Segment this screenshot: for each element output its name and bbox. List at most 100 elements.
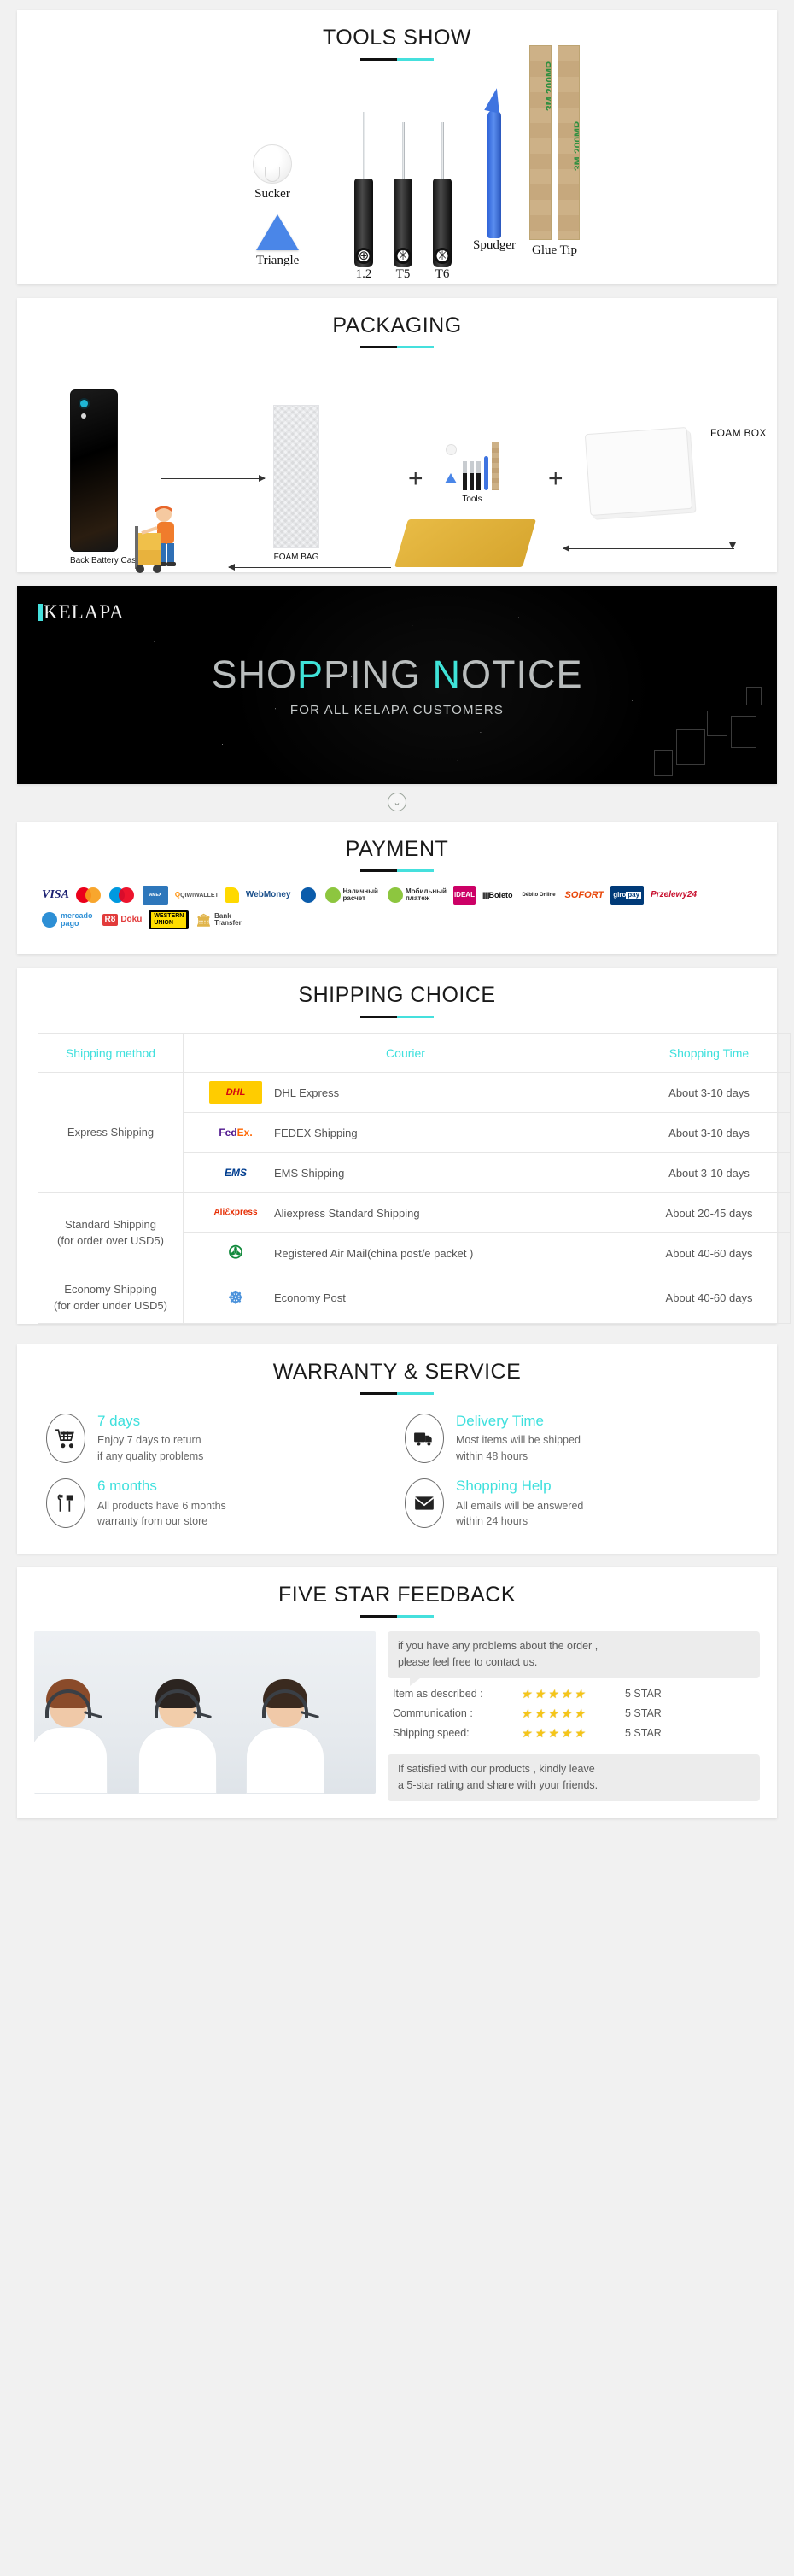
rating-label: Communication : bbox=[393, 1707, 473, 1719]
warranty-item-shopping-help: Shopping Help All emails will be answere… bbox=[405, 1478, 748, 1530]
deco-square bbox=[731, 716, 756, 748]
american-express-icon: AMEX bbox=[142, 886, 168, 905]
plus-sign-2: + bbox=[548, 465, 563, 493]
support-agent bbox=[138, 1679, 217, 1794]
tool-label: T5 bbox=[395, 267, 411, 281]
warranty-items-grid: 7 days Enjoy 7 days to return if any qua… bbox=[17, 1395, 777, 1554]
adhesive-strip-icon: 3M 200MP 3M 200MP bbox=[529, 45, 580, 240]
rating-rows: Item as described : ★ ★ ★ ★ ★ 5 STAR Com… bbox=[388, 1686, 760, 1747]
column-header-method: Shipping method bbox=[38, 1033, 184, 1073]
scroll-down-indicator[interactable]: ⌄ bbox=[0, 793, 794, 811]
yandex-money-icon bbox=[225, 887, 239, 903]
delivery-time: About 3-10 days bbox=[628, 1072, 791, 1113]
deco-square bbox=[654, 750, 673, 776]
warranty-line-1: Most items will be shipped bbox=[456, 1434, 581, 1447]
phillips-bit-glyph: ⊕ bbox=[355, 248, 372, 264]
united-nations-logo: ☸ bbox=[228, 1288, 243, 1308]
payment-row-2: mercado pago R8 Doku WESTERN UNION 🏛 Bank Tr… bbox=[39, 910, 755, 929]
rating-label: Shipping speed: bbox=[393, 1726, 470, 1739]
boleto-icon: ||||| Boleto bbox=[482, 890, 513, 899]
tool-torx-t5: ✳ T5 bbox=[394, 122, 412, 282]
warranty-line-1: All emails will be answered bbox=[456, 1499, 584, 1512]
chevron-down-icon[interactable]: ⌄ bbox=[388, 793, 406, 811]
star-icon: ★ bbox=[574, 1706, 585, 1720]
table-header-row: Shipping method Courier Shopping Time bbox=[38, 1033, 791, 1073]
feedback-right-column: if you have any problems about the order… bbox=[388, 1631, 760, 1801]
tool-spudger: Spudger bbox=[473, 110, 516, 253]
visa-icon: VISA bbox=[42, 888, 69, 901]
star-icon: ★ bbox=[534, 1686, 546, 1701]
flow-arrow-4 bbox=[228, 564, 391, 571]
step-label: FOAM BAG bbox=[273, 553, 319, 562]
warranty-item-6-months: 6 months All products have 6 months warr… bbox=[46, 1478, 389, 1530]
mercado-pago-icon: mercado pago bbox=[39, 910, 96, 929]
star-rating: ★ ★ ★ ★ ★ bbox=[521, 1727, 615, 1739]
courier-cell: DHL DHL Express bbox=[183, 1072, 628, 1113]
rating-row-item-as-described: Item as described : ★ ★ ★ ★ ★ 5 STAR bbox=[393, 1688, 756, 1700]
star-icon: ★ bbox=[521, 1725, 532, 1740]
support-agent bbox=[246, 1679, 324, 1794]
step-label: Tools bbox=[462, 495, 482, 504]
western-union-icon: WESTERN UNION bbox=[149, 910, 190, 929]
bubble-line-2: a 5-star rating and share with your frie… bbox=[398, 1779, 598, 1792]
courier-cell: EMS EMS Shipping bbox=[183, 1152, 628, 1193]
courier-cell: ☸ Economy Post bbox=[183, 1273, 628, 1324]
product-description-page: TOOLS SHOW Sucker Triangle ⊕ 1.2 ✳ T5 ✳ … bbox=[0, 10, 794, 1818]
qiwi-wallet-icon: Q QIWI WALLET bbox=[174, 891, 219, 899]
deco-square bbox=[707, 711, 727, 736]
table-row: Standard Shipping (for order over USD5) A… bbox=[38, 1192, 791, 1273]
payment-row-1: VISA AMEX Q QIWI WALLET WebMoney Наличный р… bbox=[39, 886, 755, 905]
courier-cell: Fed Ex. FEDEX Shipping bbox=[183, 1112, 628, 1153]
debito-online-icon: Débito Online bbox=[522, 893, 556, 898]
tool-phillips-12: ⊕ 1.2 bbox=[354, 112, 373, 282]
courier-name: EMS Shipping bbox=[274, 1166, 345, 1180]
star-icon: ★ bbox=[534, 1725, 546, 1740]
delivery-time: About 3-10 days bbox=[628, 1112, 791, 1153]
fedex-logo: Fed Ex. bbox=[219, 1127, 253, 1139]
china-post-logo: ✇ bbox=[228, 1244, 243, 1262]
star-icon: ★ bbox=[574, 1686, 585, 1701]
tool-triangle: Triangle bbox=[256, 214, 299, 268]
tool-label: Sucker bbox=[254, 187, 290, 201]
phillips-screwdriver-icon: ⊕ bbox=[354, 112, 373, 267]
tool-torx-t6: ✳ T6 bbox=[433, 122, 452, 282]
courier-cell: ✇ Registered Air Mail(china post/e packe… bbox=[183, 1232, 628, 1273]
star-icon: ★ bbox=[560, 1686, 572, 1701]
payment-heading: PAYMENT bbox=[17, 822, 777, 872]
packaging-step-tools: Tools bbox=[444, 437, 500, 504]
warranty-line-2: within 24 hours bbox=[456, 1515, 528, 1528]
phone-back-cover-icon bbox=[70, 389, 118, 552]
warranty-item-7-days: 7 days Enjoy 7 days to return if any qua… bbox=[46, 1413, 389, 1465]
bank-transfer-icon: 🏛 Bank Transfer bbox=[196, 912, 242, 927]
plus-sign-1: + bbox=[408, 465, 423, 493]
deco-square bbox=[676, 729, 705, 765]
rating-row-shipping-speed: Shipping speed: ★ ★ ★ ★ ★ 5 STAR bbox=[393, 1727, 756, 1739]
star-icon: ★ bbox=[547, 1686, 558, 1701]
warranty-line-1: All products have 6 months bbox=[97, 1499, 226, 1512]
webmoney-icon: WebMoney bbox=[245, 890, 291, 899]
mobilniy-platezh-icon: Мобильный платеж bbox=[385, 886, 449, 905]
tool-label: 1.2 bbox=[355, 267, 372, 281]
method-standard: Standard Shipping (for order over USD5) bbox=[38, 1192, 184, 1273]
nalichniy-raschet-icon: Наличный расчет bbox=[323, 886, 381, 905]
warranty-line-2: if any quality problems bbox=[97, 1450, 204, 1463]
suction-cup-icon bbox=[253, 144, 292, 184]
packed-parcel bbox=[394, 519, 537, 567]
method-express: Express Shipping bbox=[38, 1072, 184, 1193]
rating-value: 5 STAR bbox=[625, 1687, 662, 1700]
torx-bit-glyph: ✳ bbox=[394, 248, 412, 264]
support-team-photo bbox=[34, 1631, 376, 1794]
przelewy24-icon: Przelewy24 bbox=[651, 890, 698, 899]
courier-name: DHL Express bbox=[274, 1086, 340, 1099]
tools-icon bbox=[46, 1478, 85, 1528]
star-rating: ★ ★ ★ ★ ★ bbox=[521, 1707, 615, 1719]
star-icon: ★ bbox=[547, 1706, 558, 1720]
warranty-line-2: warranty from our store bbox=[97, 1515, 208, 1528]
section-title: TOOLS SHOW bbox=[322, 26, 471, 50]
tool-label: Triangle bbox=[256, 254, 300, 267]
method-economy: Economy Shipping (for order under USD5) bbox=[38, 1273, 184, 1324]
section-title: FIVE STAR FEEDBACK bbox=[277, 1583, 517, 1607]
tool-label: Spudger bbox=[473, 238, 516, 252]
shipping-table: Shipping method Courier Shopping Time Ex… bbox=[38, 1033, 791, 1324]
warranty-service-section: WARRANTY & SERVICE 7 days Enjoy 7 days t… bbox=[17, 1344, 777, 1554]
